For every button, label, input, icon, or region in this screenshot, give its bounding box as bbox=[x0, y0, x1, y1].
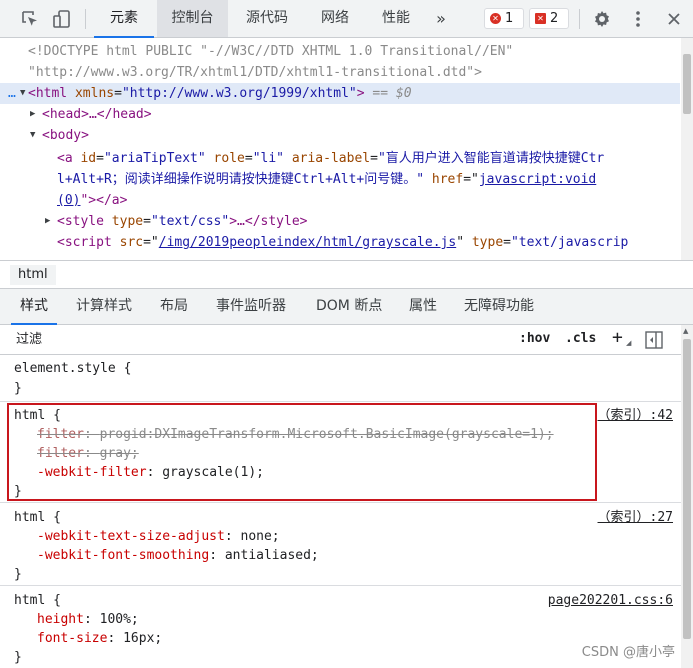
rule-close: } bbox=[14, 484, 22, 499]
issue-icon: ✕ bbox=[535, 13, 546, 24]
collapse-triangle-icon[interactable]: ▶ bbox=[30, 104, 35, 125]
error-icon: ✕ bbox=[490, 13, 501, 24]
elements-scrollbar[interactable] bbox=[681, 38, 693, 260]
a-node-cont2[interactable]: (0)"></a> bbox=[0, 190, 680, 211]
attr-name: xmlns bbox=[74, 86, 115, 101]
style-rule[interactable]: html { （索引）:27 -webkit-text-size-adjust:… bbox=[0, 503, 681, 586]
href-link[interactable]: javascript:void bbox=[479, 172, 596, 187]
rule-source-link[interactable]: （索引）:42 bbox=[598, 406, 673, 425]
a-node[interactable]: <a id="ariaTipText" role="li" aria-label… bbox=[0, 148, 680, 169]
declaration[interactable]: height: 100%; bbox=[37, 610, 139, 629]
inspect-icon[interactable] bbox=[20, 9, 40, 29]
dollar0-label: == $0 bbox=[372, 86, 412, 101]
tab-styles[interactable]: 样式 bbox=[11, 289, 57, 325]
errors-count: 1 bbox=[505, 11, 514, 26]
rule-close: } bbox=[14, 381, 22, 396]
html-node[interactable]: … ▼ <html xmlns="http://www.w3.org/1999/… bbox=[0, 83, 680, 104]
declaration[interactable]: filter: progid:DXImageTransform.Microsof… bbox=[37, 425, 554, 444]
declaration[interactable]: -webkit-text-size-adjust: none; bbox=[37, 527, 280, 546]
script-src-link[interactable]: /img/2019peopleindex/html/grayscale.js bbox=[159, 235, 456, 250]
toolbar-divider bbox=[85, 9, 86, 29]
body-tag: <body> bbox=[42, 128, 89, 143]
sidebar-toggle-icon[interactable] bbox=[645, 331, 663, 353]
doctype-node[interactable]: <!DOCTYPE html PUBLIC "-//W3C//DTD XHTML… bbox=[0, 41, 680, 62]
tab-sources[interactable]: 源代码 bbox=[232, 0, 302, 37]
style-rule[interactable]: html { page202201.css:6 height: 100%; fo… bbox=[0, 586, 681, 668]
toolbar-divider bbox=[579, 9, 580, 29]
style-node[interactable]: ▶ <style type="text/css">…</style> bbox=[0, 211, 680, 232]
declaration[interactable]: -webkit-filter: grayscale(1); bbox=[37, 463, 264, 482]
attr-value: "http://www.w3.org/1999/xhtml" bbox=[121, 86, 357, 101]
more-tabs-button[interactable]: » bbox=[428, 0, 454, 37]
tag-name: <html bbox=[28, 86, 68, 101]
new-rule-button[interactable]: + bbox=[612, 327, 623, 348]
hov-toggle[interactable]: :hov bbox=[519, 331, 550, 346]
device-toggle-icon[interactable] bbox=[52, 9, 72, 29]
tab-properties[interactable]: 属性 bbox=[409, 289, 437, 324]
cls-toggle[interactable]: .cls bbox=[565, 331, 596, 346]
elements-dom-tree: <!DOCTYPE html PUBLIC "-//W3C//DTD XHTML… bbox=[0, 38, 680, 260]
breadcrumb-item-html[interactable]: html bbox=[10, 265, 56, 285]
issues-badge[interactable]: ✕ 2 bbox=[529, 8, 569, 29]
rule-selector: html { bbox=[14, 593, 61, 608]
tab-network[interactable]: 网络 bbox=[307, 0, 363, 37]
tab-dom-breakpoints[interactable]: DOM 断点 bbox=[316, 289, 382, 324]
scroll-up-icon[interactable]: ▲ bbox=[683, 327, 688, 335]
a-node-cont[interactable]: l+Alt+R；阅读详细操作说明请按快捷键Ctrl+Alt+问号键。" href… bbox=[0, 169, 680, 190]
rule-source-link[interactable]: （索引）:27 bbox=[598, 508, 673, 527]
filter-input[interactable] bbox=[6, 328, 526, 351]
expand-triangle-icon[interactable]: ▼ bbox=[20, 83, 25, 104]
scrollbar-thumb[interactable] bbox=[683, 54, 691, 114]
rule-close: } bbox=[14, 650, 22, 665]
issues-count: 2 bbox=[550, 11, 559, 26]
tab-console[interactable]: 控制台 bbox=[157, 0, 228, 37]
tab-layout[interactable]: 布局 bbox=[160, 289, 188, 324]
styles-pane: element.style { } html { （索引）:42 filter:… bbox=[0, 355, 681, 668]
chevron-down-icon[interactable]: ◢ bbox=[626, 339, 631, 347]
rule-selector: html { bbox=[14, 510, 61, 525]
head-tag: <head>…</head> bbox=[42, 107, 152, 122]
rule-source-link[interactable]: page202201.css:6 bbox=[548, 591, 673, 610]
devtools-toolbar: 元素 控制台 源代码 网络 性能 » ✕ 1 ✕ 2 bbox=[0, 0, 693, 38]
tab-performance[interactable]: 性能 bbox=[368, 0, 424, 37]
body-node[interactable]: ▼ <body> bbox=[0, 125, 680, 146]
expand-triangle-icon[interactable]: ▼ bbox=[30, 125, 35, 146]
kebab-menu-icon[interactable] bbox=[628, 9, 648, 29]
tab-event-listeners[interactable]: 事件监听器 bbox=[216, 289, 286, 324]
node-dots: … bbox=[8, 86, 16, 101]
doctype-text: "http://www.w3.org/TR/xhtml1/DTD/xhtml1-… bbox=[28, 65, 482, 80]
rule-selector: html { bbox=[14, 408, 61, 423]
tab-accessibility[interactable]: 无障碍功能 bbox=[464, 289, 534, 324]
rule-close: } bbox=[14, 567, 22, 582]
watermark: CSDN @唐小亭 bbox=[581, 645, 675, 660]
doctype-node-cont[interactable]: "http://www.w3.org/TR/xhtml1/DTD/xhtml1-… bbox=[0, 62, 680, 83]
script-node[interactable]: <script src="/img/2019peopleindex/html/g… bbox=[0, 232, 680, 253]
doctype-text: <!DOCTYPE html PUBLIC "-//W3C//DTD XHTML… bbox=[28, 44, 514, 59]
style-rule[interactable]: html { （索引）:42 filter: progid:DXImageTra… bbox=[0, 402, 681, 503]
tab-elements[interactable]: 元素 bbox=[94, 0, 154, 38]
tab-computed[interactable]: 计算样式 bbox=[76, 289, 132, 324]
styles-filter-bar: :hov .cls + ◢ bbox=[0, 325, 681, 355]
declaration[interactable]: font-size: 16px; bbox=[37, 629, 162, 648]
styles-subtabs: 样式 计算样式 布局 事件监听器 DOM 断点 属性 无障碍功能 bbox=[0, 289, 693, 325]
head-node[interactable]: ▶ <head>…</head> bbox=[0, 104, 680, 125]
href-link[interactable]: (0) bbox=[57, 193, 80, 208]
rule-selector: element.style { bbox=[14, 361, 132, 376]
styles-scrollbar[interactable]: ▲ bbox=[681, 325, 693, 668]
breadcrumb: html bbox=[0, 260, 693, 289]
scrollbar-thumb[interactable] bbox=[683, 339, 691, 639]
close-icon[interactable] bbox=[664, 9, 684, 29]
style-rule[interactable]: element.style { } bbox=[0, 355, 681, 402]
gear-icon[interactable] bbox=[592, 9, 612, 29]
declaration[interactable]: filter: gray; bbox=[37, 444, 139, 463]
collapse-triangle-icon[interactable]: ▶ bbox=[45, 211, 50, 232]
declaration[interactable]: -webkit-font-smoothing: antialiased; bbox=[37, 546, 319, 565]
errors-badge[interactable]: ✕ 1 bbox=[484, 8, 524, 29]
